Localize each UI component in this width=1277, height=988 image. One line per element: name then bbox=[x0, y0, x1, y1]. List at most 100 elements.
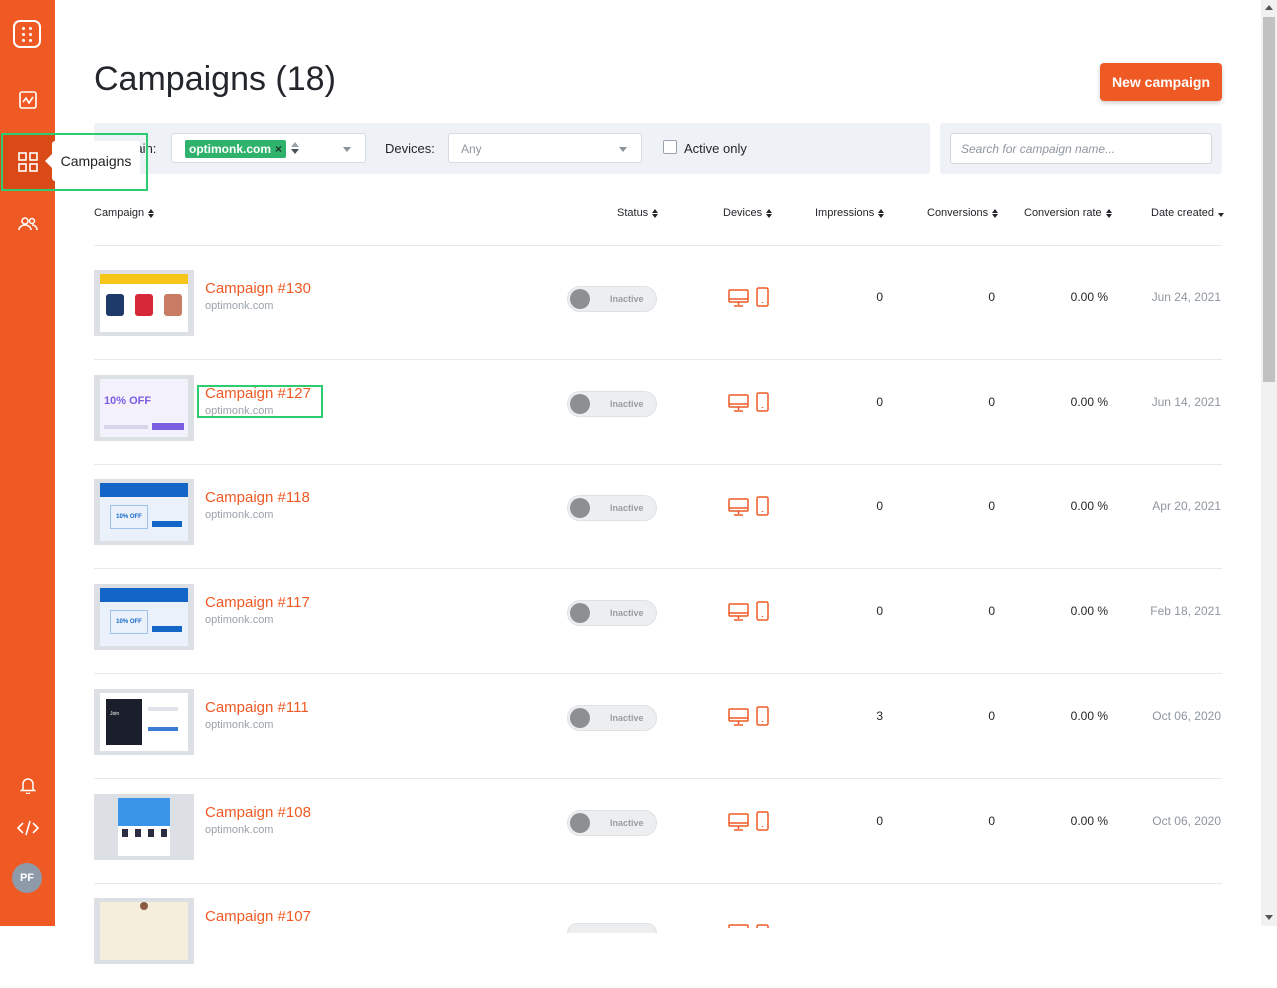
spinner-icon[interactable] bbox=[290, 140, 300, 158]
desktop-icon bbox=[728, 708, 749, 731]
toggle-knob bbox=[570, 289, 590, 309]
devices-select-value: Any bbox=[461, 142, 482, 156]
mobile-icon bbox=[756, 924, 769, 929]
table-row[interactable]: Join Campaign #111 optimonk.com Inactive 3 0 0… bbox=[94, 675, 1222, 779]
chevron-down-icon bbox=[343, 147, 351, 152]
col-devices[interactable]: Devices bbox=[723, 207, 773, 219]
status-toggle[interactable]: Inactive bbox=[567, 600, 657, 627]
campaign-name-link[interactable]: Campaign #118 bbox=[205, 489, 310, 506]
campaign-thumbnail[interactable] bbox=[94, 270, 194, 336]
desktop-icon bbox=[728, 498, 749, 521]
scrollbar-thumb[interactable] bbox=[1263, 17, 1275, 382]
chevron-down-icon bbox=[619, 147, 627, 152]
domain-select[interactable]: optimonk.com × bbox=[171, 133, 366, 163]
campaign-name-link[interactable]: Campaign #117 bbox=[205, 594, 310, 611]
campaign-name-link[interactable]: Campaign #111 bbox=[205, 699, 309, 716]
devices-label: Devices: bbox=[385, 141, 435, 156]
conversions-value: 0 bbox=[988, 499, 995, 514]
campaign-name-link[interactable]: Campaign #130 bbox=[205, 280, 311, 297]
campaign-domain: optimonk.com bbox=[205, 614, 274, 627]
domain-chip-label: optimonk.com bbox=[189, 142, 272, 156]
devices-select[interactable]: Any bbox=[448, 133, 642, 163]
campaign-thumbnail[interactable]: 10% OFF bbox=[94, 374, 194, 441]
search-input[interactable] bbox=[950, 133, 1212, 164]
col-conversion-rate[interactable]: Conversion rate bbox=[1024, 207, 1112, 219]
conversion-rate-value: 0.00 % bbox=[1070, 604, 1108, 619]
toggle-knob bbox=[570, 707, 590, 728]
mobile-icon bbox=[756, 706, 769, 731]
new-campaign-button[interactable]: New campaign bbox=[1100, 63, 1222, 101]
status-toggle[interactable]: Inactive bbox=[567, 286, 657, 312]
impressions-value: 0 bbox=[876, 813, 883, 828]
mobile-icon bbox=[756, 601, 769, 626]
status-toggle[interactable]: Inactive bbox=[567, 704, 657, 731]
toggle-knob bbox=[570, 603, 590, 624]
campaign-name-link[interactable]: Campaign #107 bbox=[205, 908, 311, 925]
status-label: Inactive bbox=[610, 294, 644, 304]
col-campaign[interactable]: Campaign bbox=[94, 207, 155, 219]
conversion-rate-value: 0.00 % bbox=[1070, 708, 1108, 723]
subscribers-icon[interactable] bbox=[0, 204, 55, 244]
status-label: Inactive bbox=[610, 398, 644, 409]
campaign-name-link[interactable]: Campaign #108 bbox=[205, 804, 311, 821]
col-status[interactable]: Status bbox=[617, 207, 659, 219]
campaign-thumbnail[interactable] bbox=[94, 898, 194, 965]
conversion-rate-value: 0.00 % bbox=[1070, 499, 1108, 514]
campaign-thumbnail[interactable]: Join bbox=[94, 688, 194, 755]
table-row[interactable]: 10% OFF Campaign #117 optimonk.com Inactive… bbox=[94, 570, 1222, 674]
conversions-value: 0 bbox=[988, 708, 995, 723]
campaign-domain: optimonk.com bbox=[205, 823, 274, 836]
campaign-thumbnail[interactable]: 10% OFF bbox=[94, 479, 194, 546]
status-toggle[interactable]: Inactive bbox=[567, 809, 657, 836]
conversions-value: 0 bbox=[988, 604, 995, 619]
toggle-knob bbox=[570, 498, 590, 519]
desktop-icon bbox=[728, 393, 749, 417]
campaign-thumbnail[interactable] bbox=[94, 793, 194, 860]
sort-icon bbox=[1105, 208, 1112, 218]
mobile-icon bbox=[756, 391, 769, 417]
status-label: Inactive bbox=[610, 608, 644, 619]
active-only-label[interactable]: Active only bbox=[684, 141, 747, 156]
bell-icon[interactable] bbox=[0, 765, 55, 805]
conversion-rate-value: 0.00 % bbox=[1070, 813, 1108, 828]
app-logo-icon[interactable] bbox=[13, 20, 41, 48]
impressions-value: 0 bbox=[876, 604, 883, 619]
chip-remove-icon[interactable]: × bbox=[275, 142, 282, 156]
col-impressions[interactable]: Impressions bbox=[815, 207, 885, 219]
status-toggle[interactable] bbox=[567, 923, 657, 934]
table-row[interactable]: Campaign #130 optimonk.com Inactive 0 0 0.00 … bbox=[94, 256, 1222, 360]
status-label: Inactive bbox=[610, 817, 644, 828]
campaign-thumbnail[interactable]: 10% OFF bbox=[94, 584, 194, 651]
scroll-up-icon[interactable] bbox=[1265, 5, 1273, 10]
mobile-icon bbox=[756, 810, 769, 836]
status-toggle[interactable]: Inactive bbox=[567, 390, 657, 417]
code-icon[interactable] bbox=[0, 808, 55, 848]
table-row[interactable]: 10% OFF Campaign #118 optimonk.com Inactive… bbox=[94, 465, 1222, 569]
col-date-created[interactable]: Date created bbox=[1151, 207, 1224, 219]
sort-icon bbox=[148, 208, 155, 218]
avatar[interactable]: PF bbox=[12, 863, 42, 893]
filter-bar: Domain: optimonk.com × Devices: Any Acti… bbox=[94, 123, 930, 174]
table-row[interactable]: Campaign #107 bbox=[94, 884, 1222, 988]
sort-icon bbox=[652, 208, 659, 218]
impressions-value: 0 bbox=[876, 394, 883, 409]
active-only-checkbox[interactable] bbox=[663, 140, 677, 154]
conversion-rate-value: 0.00 % bbox=[1070, 290, 1108, 304]
col-campaign-label: Campaign bbox=[94, 207, 145, 219]
analytics-icon[interactable] bbox=[0, 80, 55, 120]
col-conversion-rate-label: Conversion rate bbox=[1024, 207, 1102, 219]
impressions-value: 0 bbox=[876, 499, 883, 514]
status-label: Inactive bbox=[610, 503, 644, 514]
date-created-value: Jun 14, 2021 bbox=[1151, 394, 1221, 409]
col-conversions[interactable]: Conversions bbox=[927, 207, 999, 219]
sort-desc-icon bbox=[1217, 210, 1224, 217]
conversions-value: 0 bbox=[988, 290, 995, 304]
status-label: Inactive bbox=[610, 712, 644, 723]
search-wrap bbox=[940, 123, 1222, 174]
desktop-icon bbox=[728, 289, 749, 312]
table-row[interactable]: Campaign #108 optimonk.com Inactive 0 0 0.00 … bbox=[94, 780, 1222, 884]
domain-chip[interactable]: optimonk.com × bbox=[185, 140, 287, 158]
status-toggle[interactable]: Inactive bbox=[567, 495, 657, 522]
page-title: Campaigns (18) bbox=[94, 60, 336, 98]
scroll-down-icon[interactable] bbox=[1265, 915, 1273, 920]
